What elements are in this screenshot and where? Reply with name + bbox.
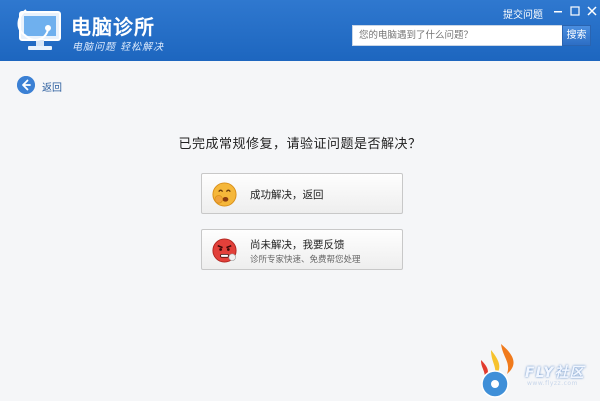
solved-return-label: 成功解决，返回 — [250, 189, 324, 201]
happy-face-icon — [212, 182, 237, 207]
unsolved-feedback-label: 尚未解决，我要反馈 — [250, 239, 345, 251]
back-label: 返回 — [42, 83, 62, 94]
submit-question-link[interactable]: 提交问题 — [503, 6, 543, 21]
search-button[interactable]: 搜索 — [562, 25, 591, 46]
watermark-subtext: www.flyzz.com — [527, 380, 578, 387]
close-icon[interactable] — [585, 4, 599, 18]
watermark: FLY社区 www.flyzz.com — [473, 340, 598, 400]
unsolved-feedback-button[interactable]: 尚未解决，我要反馈 诊所专家快速、免费帮您处理 — [201, 229, 403, 270]
app-title: 电脑诊所 — [71, 15, 155, 39]
back-arrow-icon — [17, 76, 35, 94]
verify-question: 已完成常规修复，请验证问题是否解决？ — [178, 137, 422, 152]
disc-flame-logo-icon — [481, 344, 514, 398]
maximize-icon[interactable] — [568, 4, 582, 18]
angry-face-icon — [212, 238, 237, 263]
minimize-icon[interactable] — [551, 4, 565, 18]
title-bar: 电脑诊所 电脑问题 轻松解决 提交问题 搜索 — [0, 0, 600, 61]
watermark-text: FLY社区 — [525, 365, 585, 381]
unsolved-feedback-sublabel: 诊所专家快速、免费帮您处理 — [250, 255, 361, 265]
app-slogan: 电脑问题 轻松解决 — [72, 42, 165, 53]
computer-stethoscope-logo-icon — [17, 9, 61, 50]
solved-return-button[interactable]: 成功解决，返回 — [201, 173, 403, 214]
search-input[interactable] — [352, 25, 562, 46]
